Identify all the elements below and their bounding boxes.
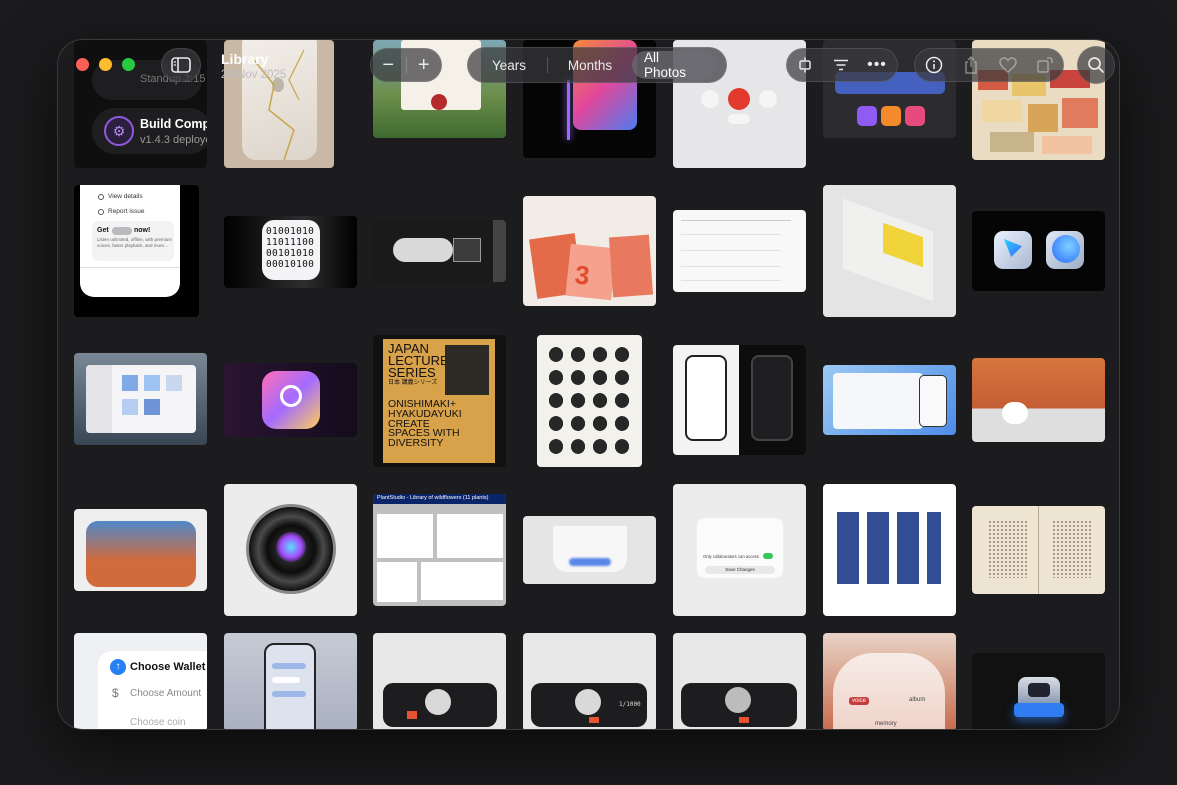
sidebar-toggle-button[interactable]	[161, 48, 201, 82]
segment-years[interactable]: Years	[471, 51, 547, 79]
page-subtitle: 28 Nov 2025	[221, 69, 287, 81]
photo-binary-icon[interactable]: 01001010 11011100 00101010 00010100	[224, 216, 357, 288]
collaborators-row-label: Only collaborators can access	[703, 554, 759, 559]
zoom-controls: − +	[370, 48, 442, 82]
photo-camera-ui-3[interactable]	[673, 633, 806, 729]
photo-book[interactable]	[823, 185, 956, 317]
gear-icon: ⚙	[104, 116, 134, 146]
wallet-step-2: Choose Amount	[130, 688, 202, 699]
poster-line-8: DIVERSITY	[388, 437, 444, 449]
notification-title: Build Comple	[140, 117, 207, 131]
menu-item-report-issue: Report issue	[108, 208, 145, 215]
sidebar-icon	[171, 57, 191, 73]
segment-all-photos[interactable]: All Photos	[632, 50, 716, 80]
filter-icon	[834, 59, 848, 71]
photo-chat-phone[interactable]	[224, 633, 357, 729]
time-scale-segmented-control: Years Months All Photos	[467, 47, 727, 83]
rotate-button[interactable]	[1026, 49, 1063, 81]
photo-aperture-app-icon[interactable]	[224, 484, 357, 616]
photo-stamps[interactable]: 3	[523, 196, 656, 306]
binary-row-2: 11011100	[266, 237, 315, 248]
ellipsis-icon: •••	[867, 56, 887, 73]
binary-row-1: 01001010	[266, 226, 315, 237]
search-icon	[1088, 57, 1104, 73]
wallet-step-3: Choose coin	[130, 717, 186, 728]
photos-window: Standup 2:15 ⚙ Build Comple v1.4.3 deplo…	[57, 39, 1120, 730]
heart-icon	[998, 57, 1017, 73]
share-icon	[964, 56, 977, 74]
more-button[interactable]: •••	[859, 49, 895, 81]
sparkle-icon	[280, 385, 302, 407]
photo-voice-memories[interactable]: voice album memory	[823, 633, 956, 729]
view-controls: •••	[786, 48, 898, 82]
page-title: Library	[221, 51, 269, 67]
dollar-icon: $	[112, 686, 119, 700]
minimize-button[interactable]	[99, 58, 112, 71]
collaborators-toggle[interactable]	[763, 553, 773, 559]
photo-grid: Standup 2:15 ⚙ Build Comple v1.4.3 deplo…	[58, 40, 1119, 729]
close-button[interactable]	[76, 58, 89, 71]
photo-camera-ui-1[interactable]	[373, 633, 506, 729]
photo-phone-mockups[interactable]	[673, 345, 806, 455]
photo-menu-screenshot[interactable]: View details Report issue Get now! Liste…	[74, 185, 199, 317]
filter-button[interactable]	[823, 49, 859, 81]
shutter-readout: 1/1000	[619, 701, 641, 708]
photo-badges[interactable]	[823, 484, 956, 616]
photo-gradient-app-icon[interactable]	[224, 363, 357, 437]
search-button[interactable]	[1077, 46, 1115, 84]
binary-row-4: 00010100	[266, 259, 315, 270]
share-button[interactable]	[952, 49, 989, 81]
photo-passport-pages[interactable]	[972, 506, 1105, 594]
library-title-block: Library 28 Nov 2025	[221, 51, 286, 81]
album-label: album	[909, 697, 926, 703]
step-active-icon: ↑	[110, 659, 126, 675]
photo-orange-building[interactable]	[74, 509, 207, 591]
promo-get-label: Get	[97, 227, 109, 234]
photo-camera-ui-2[interactable]: 1/1000	[523, 633, 656, 729]
minus-icon: −	[382, 53, 395, 76]
memory-label: memory	[875, 721, 897, 727]
photo-chip-icon[interactable]	[972, 653, 1105, 729]
zoom-out-button[interactable]: −	[371, 49, 406, 81]
toolbar: Library 28 Nov 2025 − + Years Months All…	[58, 40, 1119, 96]
menu-item-view-details: View details	[108, 193, 143, 200]
photo-japan-poster[interactable]: JAPAN LECTURE SERIES 日本 講義シリーズ ONISHIMAK…	[373, 335, 506, 467]
flag-icon	[98, 209, 104, 215]
photo-desktop-ui[interactable]	[823, 365, 956, 435]
aspect-toggle-button[interactable]	[787, 49, 823, 81]
plantstudio-title: PlantStudio - Library of wildflowers (11…	[377, 495, 489, 501]
zoom-button[interactable]	[122, 58, 135, 71]
info-icon	[925, 56, 942, 74]
photo-actions	[914, 48, 1064, 82]
plus-icon: +	[417, 53, 430, 76]
info-icon	[98, 194, 104, 200]
photo-icon-sheet[interactable]	[537, 335, 642, 467]
photo-device-bezel[interactable]	[523, 516, 656, 584]
photo-wallet-steps[interactable]: ↑ Choose Wallet $ Choose Amount Choose c…	[74, 633, 207, 729]
photo-plantstudio[interactable]: PlantStudio - Library of wildflowers (11…	[373, 494, 506, 606]
binary-row-3: 00101010	[266, 248, 315, 259]
photo-finder-window[interactable]	[74, 353, 207, 445]
photo-settings-dialog[interactable]: Only collaborators can access Save Chang…	[673, 484, 806, 616]
photo-document-table[interactable]	[673, 210, 806, 292]
promo-body: Listen unlimited, offline, with premium …	[97, 237, 172, 248]
info-button[interactable]	[915, 49, 952, 81]
favorite-button[interactable]	[989, 49, 1026, 81]
segment-months[interactable]: Months	[548, 51, 632, 79]
save-changes-label[interactable]: Save Changes	[705, 566, 775, 574]
photo-nike-box[interactable]	[373, 220, 506, 282]
voice-label: voice	[849, 697, 870, 705]
photo-camera-controls[interactable]	[972, 358, 1105, 442]
aspect-ratio-icon	[799, 57, 811, 73]
rotate-icon	[1036, 57, 1053, 73]
photo-app-icons-dark[interactable]	[972, 211, 1105, 291]
zoom-in-button[interactable]: +	[406, 49, 441, 81]
notification-version: v1.4.3 deploye	[140, 134, 207, 146]
promo-now-label: now!	[134, 227, 151, 234]
wallet-step-1: Choose Wallet	[130, 661, 206, 673]
